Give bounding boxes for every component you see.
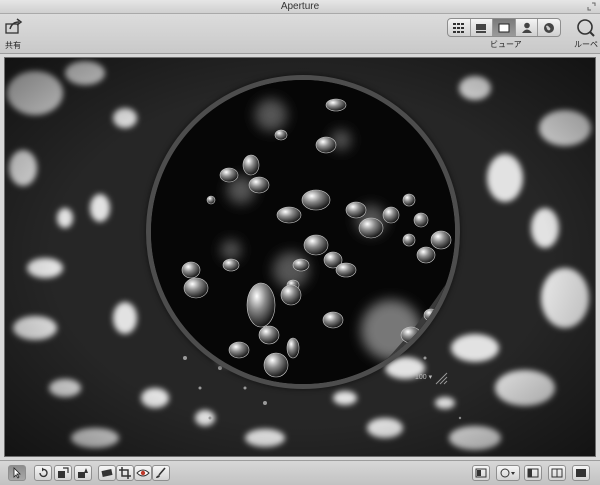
share-button[interactable]: 共有	[2, 17, 24, 51]
view-label: ビューア	[490, 40, 522, 49]
lift-tool-button[interactable]	[54, 465, 72, 481]
selection-tool-icon	[13, 467, 21, 479]
aperture-menu-button[interactable]	[496, 465, 520, 481]
share-label: 共有	[5, 41, 21, 50]
selection-tool-button[interactable]	[8, 465, 26, 481]
crop-tool-icon	[119, 467, 131, 479]
toolbar: 共有 ビューア ルーペ	[0, 14, 600, 54]
faces-icon	[521, 22, 532, 33]
fullscreen-mode-button[interactable]	[572, 465, 590, 481]
share-icon	[5, 18, 23, 34]
inspector-icon	[527, 468, 539, 478]
rotate-tool-icon	[39, 467, 48, 478]
viewer-mode-icon	[498, 23, 510, 32]
loupe-zoom-readout[interactable]: 100 ▾	[415, 373, 432, 381]
loupe-label: ルーペ	[574, 40, 598, 49]
stamp-tool-icon	[78, 468, 88, 478]
crop-tool-button[interactable]	[116, 465, 134, 481]
rotate-tool-button[interactable]	[34, 465, 52, 481]
places-button[interactable]	[538, 19, 560, 36]
browser-button[interactable]	[472, 465, 490, 481]
straighten-tool-button[interactable]	[98, 465, 116, 481]
filmstrip-view-button[interactable]	[471, 19, 494, 36]
loupe-lens[interactable]	[146, 75, 460, 389]
window-title: Aperture	[280, 1, 320, 12]
fullscreen-arrows-icon[interactable]	[587, 2, 596, 11]
grid-view-icon	[452, 22, 464, 33]
brush-tool-button[interactable]	[152, 465, 170, 481]
stamp-tool-button[interactable]	[74, 465, 92, 481]
viewer-mode-button[interactable]	[493, 19, 516, 36]
red-eye-tool-icon	[136, 469, 150, 477]
view-mode-group	[447, 18, 561, 37]
loupe-magnifier-icon	[577, 19, 595, 37]
grid-view-button[interactable]	[448, 19, 471, 36]
loupe-magnified-image	[151, 80, 455, 384]
photo-viewer[interactable]: 100 ▾	[4, 57, 596, 457]
red-eye-tool-button[interactable]	[134, 465, 152, 481]
straighten-tool-icon	[101, 469, 113, 477]
browser-icon	[475, 468, 487, 478]
dual-display-icon	[551, 468, 563, 478]
loupe-resize-grip-icon[interactable]	[434, 371, 448, 385]
bottom-toolbar	[0, 460, 600, 485]
inspector-button[interactable]	[524, 465, 542, 481]
faces-button[interactable]	[516, 19, 539, 36]
fullscreen-mode-icon	[576, 469, 586, 477]
lift-tool-icon	[58, 467, 69, 478]
brush-tool-icon	[156, 467, 166, 478]
aperture-window: Aperture 共有 ビューア ルーペ 100 ▾	[0, 0, 600, 485]
filmstrip-view-icon	[476, 23, 487, 33]
places-globe-icon	[544, 22, 555, 33]
aperture-menu-icon	[500, 468, 515, 478]
dual-display-button[interactable]	[548, 465, 566, 481]
title-bar: Aperture	[0, 0, 600, 14]
